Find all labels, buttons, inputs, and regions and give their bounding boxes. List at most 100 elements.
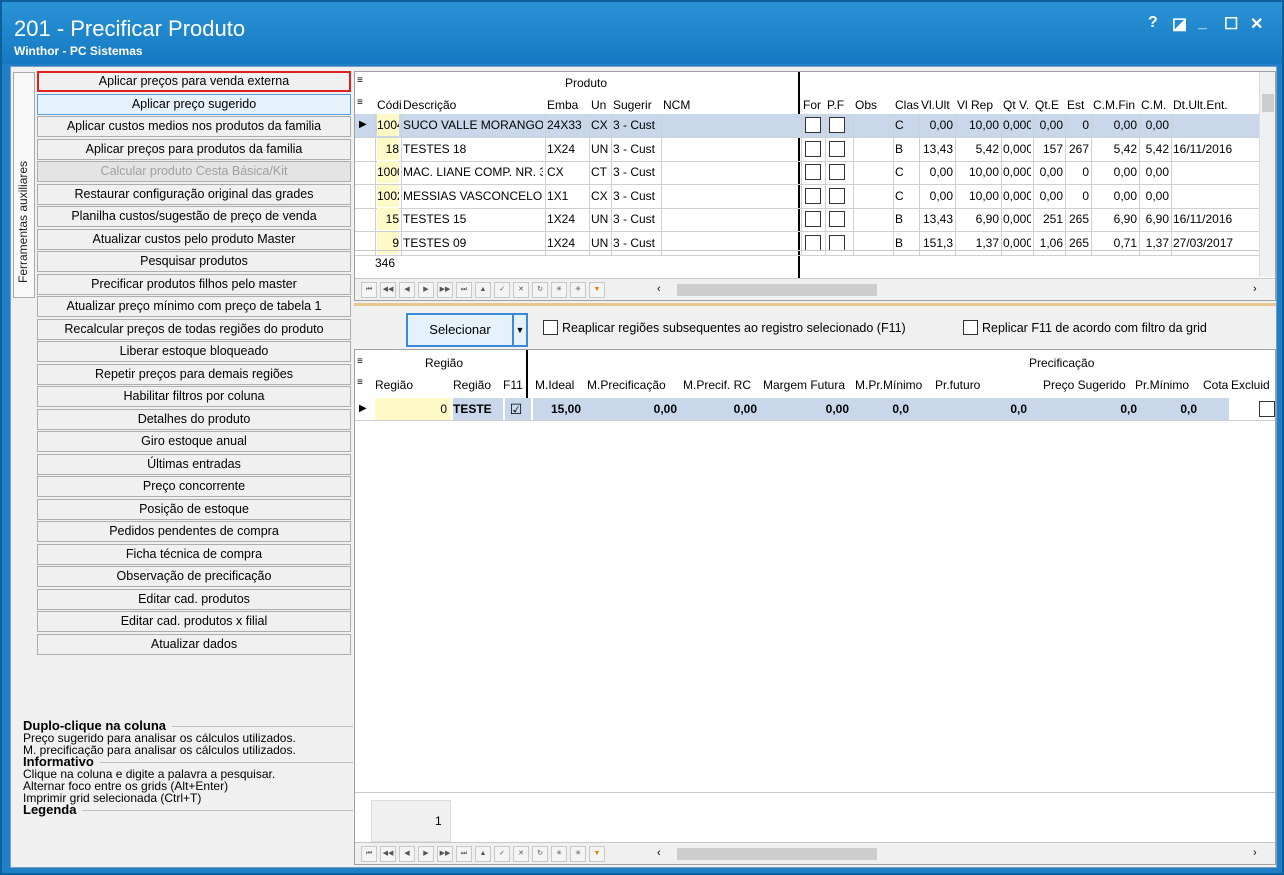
row-checkbox[interactable]	[829, 140, 845, 157]
column-header[interactable]: Est	[1067, 98, 1093, 112]
tool-button-liberar-estoque[interactable]: Liberar estoque bloqueado	[37, 341, 351, 362]
table-row[interactable]: 1000 MAC. LIANE COMP. NR. 3 CX CT 3 - Cust C 0…	[355, 161, 1259, 185]
last-icon[interactable]: ⏭	[456, 846, 472, 862]
table-row[interactable]: 15 TESTES 15 1X24 UN 3 - Cust B 13,43 6,90 0,000…	[355, 208, 1259, 232]
column-header[interactable]: Região	[375, 378, 413, 392]
filter-icon[interactable]: ✳	[551, 846, 567, 862]
tool-button-editar-produtos-filial[interactable]: Editar cad. produtos x filial	[37, 611, 351, 632]
column-header[interactable]: Vl.Ult	[921, 98, 957, 112]
column-header[interactable]: Obs	[855, 98, 895, 112]
select-button[interactable]: Selecionar	[406, 313, 514, 347]
prior-icon[interactable]: ◀	[399, 846, 415, 862]
column-header[interactable]: C.M.Fin	[1093, 98, 1141, 112]
next-page-icon[interactable]: ▶▶	[437, 282, 453, 298]
cancel-icon[interactable]: ✕	[513, 846, 529, 862]
tool-button-precos-familia[interactable]: Aplicar preços para produtos da familia	[37, 138, 351, 160]
row-checkbox[interactable]	[829, 211, 845, 227]
cancel-icon[interactable]: ✕	[513, 282, 529, 298]
filter-clear-icon[interactable]: ✳	[570, 846, 586, 862]
row-checkbox[interactable]	[829, 117, 845, 133]
column-header[interactable]: Cota	[1203, 378, 1228, 392]
excluir-checkbox[interactable]	[1259, 401, 1275, 417]
table-row[interactable]: 18 TESTES 18 1X24 UN 3 - Cust B 13,43 5,42 0,000…	[355, 137, 1259, 162]
funnel-icon[interactable]: ▼	[589, 282, 605, 298]
row-checkbox[interactable]	[805, 117, 821, 133]
restore-layout-icon[interactable]: ◪	[1172, 14, 1187, 34]
tool-button-preco-concorrente[interactable]: Preço concorrente	[37, 476, 351, 497]
replicar-checkbox[interactable]	[963, 320, 978, 335]
first-icon[interactable]: ⏮	[361, 846, 377, 862]
help-icon[interactable]: ?	[1148, 14, 1158, 32]
tool-button-preco-sugerido[interactable]: Aplicar preço sugerido	[37, 93, 351, 115]
close-icon[interactable]: ✕	[1250, 14, 1263, 34]
horizontal-scrollbar[interactable]: ‹ ›	[617, 845, 1269, 863]
tool-button-posicao-estoque[interactable]: Posição de estoque	[37, 498, 351, 520]
tool-button-custos-medios-familia[interactable]: Aplicar custos medios nos produtos da fa…	[37, 116, 351, 137]
column-header[interactable]: M.Ideal	[535, 378, 574, 392]
tool-button-ficha-tecnica[interactable]: Ficha técnica de compra	[37, 543, 351, 565]
tool-button-editar-produtos[interactable]: Editar cad. produtos	[37, 588, 351, 610]
column-header[interactable]: C.M.	[1141, 98, 1173, 112]
column-header[interactable]: Sugerir	[613, 98, 663, 112]
product-grid[interactable]: ≡ Produto ≡ Códi Descrição Emba Un Sugerir NC…	[354, 71, 1276, 301]
select-dropdown-arrow[interactable]: ▼	[514, 313, 528, 347]
tool-button-restaurar-config[interactable]: Restaurar configuração original das grad…	[37, 183, 351, 205]
column-header[interactable]: Excluid	[1231, 378, 1270, 392]
scroll-thumb[interactable]	[1262, 94, 1274, 112]
column-menu-icon[interactable]: ≡	[357, 356, 363, 367]
row-checkbox[interactable]	[805, 234, 821, 251]
row-checkbox[interactable]	[805, 187, 821, 204]
scroll-right-icon[interactable]: ›	[1253, 847, 1257, 859]
f11-checkbox[interactable]: ☑	[505, 398, 531, 420]
maximize-icon[interactable]: ☐	[1224, 14, 1238, 34]
tool-button-atualizar-dados[interactable]: Atualizar dados	[37, 633, 351, 655]
column-header[interactable]: Un	[591, 98, 613, 112]
table-row[interactable]: 1002 MESSIAS VASCONCELOS 1X1 CX 3 - Cust C 0,0…	[355, 184, 1259, 209]
vertical-scrollbar[interactable]	[1259, 72, 1275, 277]
column-menu-icon[interactable]: ≡	[357, 97, 363, 108]
tool-button-giro-estoque[interactable]: Giro estoque anual	[37, 431, 351, 452]
minimize-icon[interactable]: _	[1198, 14, 1207, 32]
table-row[interactable]: 9 TESTES 09 1X24 UN 3 - Cust B 151,3 1,37 0,000 1…	[355, 231, 1259, 256]
tool-button-cesta-basica[interactable]: Calcular produto Cesta Básica/Kit	[37, 161, 351, 182]
next-icon[interactable]: ▶	[418, 846, 434, 862]
filter-clear-icon[interactable]: ✳	[570, 282, 586, 298]
column-header[interactable]: Pr.Mínimo	[1135, 378, 1189, 392]
last-icon[interactable]: ⏭	[456, 282, 472, 298]
table-row[interactable]: ▶ 0 TESTE ☑ 15,00 0,00 0,00 0,00 0,0 0,0 0,0 0,0	[355, 398, 1275, 421]
tool-button-venda-externa[interactable]: Aplicar preços para venda externa	[37, 71, 351, 92]
tool-button-ultimas-entradas[interactable]: Últimas entradas	[37, 453, 351, 475]
column-header[interactable]: Dt.Ult.Ent.	[1173, 98, 1263, 112]
post-icon[interactable]: ✓	[494, 282, 510, 298]
column-header[interactable]: P.F	[827, 98, 855, 112]
tool-button-detalhes-produto[interactable]: Detalhes do produto	[37, 408, 351, 430]
tool-button-precificar-filhos[interactable]: Precificar produtos filhos pelo master	[37, 273, 351, 295]
tool-button-planilha-custos[interactable]: Planilha custos/sugestão de preço de ven…	[37, 206, 351, 227]
row-checkbox[interactable]	[829, 164, 845, 180]
row-checkbox[interactable]	[829, 234, 845, 251]
tool-button-preco-minimo-tabela[interactable]: Atualizar preço mínimo com preço de tabe…	[37, 296, 351, 317]
tab-ferramentas-auxiliares[interactable]: Ferramentas auxiliares	[13, 72, 35, 298]
filter-icon[interactable]: ✳	[551, 282, 567, 298]
horizontal-scrollbar[interactable]: ‹ ›	[617, 281, 1269, 299]
insert-icon[interactable]: ▲	[475, 846, 491, 862]
tool-button-pesquisar-produtos[interactable]: Pesquisar produtos	[37, 251, 351, 272]
funnel-icon[interactable]: ▼	[589, 846, 605, 862]
column-header[interactable]: Descrição	[403, 98, 547, 112]
prior-page-icon[interactable]: ◀◀	[380, 846, 396, 862]
tool-button-custos-master[interactable]: Atualizar custos pelo produto Master	[37, 228, 351, 250]
column-header[interactable]: Emba	[547, 98, 591, 112]
prior-icon[interactable]: ◀	[399, 282, 415, 298]
column-menu-icon[interactable]: ≡	[357, 75, 363, 86]
tool-button-habilitar-filtros[interactable]: Habilitar filtros por coluna	[37, 386, 351, 407]
next-page-icon[interactable]: ▶▶	[437, 846, 453, 862]
column-header[interactable]: Códi	[377, 98, 403, 112]
column-header[interactable]: Vl Rep	[957, 98, 1003, 112]
column-header[interactable]: M.Pr.Mínimo	[855, 378, 922, 392]
scroll-left-icon[interactable]: ‹	[657, 283, 661, 295]
refresh-icon[interactable]: ↻	[532, 282, 548, 298]
column-header[interactable]: Clas	[895, 98, 921, 112]
column-header[interactable]: Margem Futura	[763, 378, 845, 392]
refresh-icon[interactable]: ↻	[532, 846, 548, 862]
scroll-thumb[interactable]	[677, 284, 877, 296]
